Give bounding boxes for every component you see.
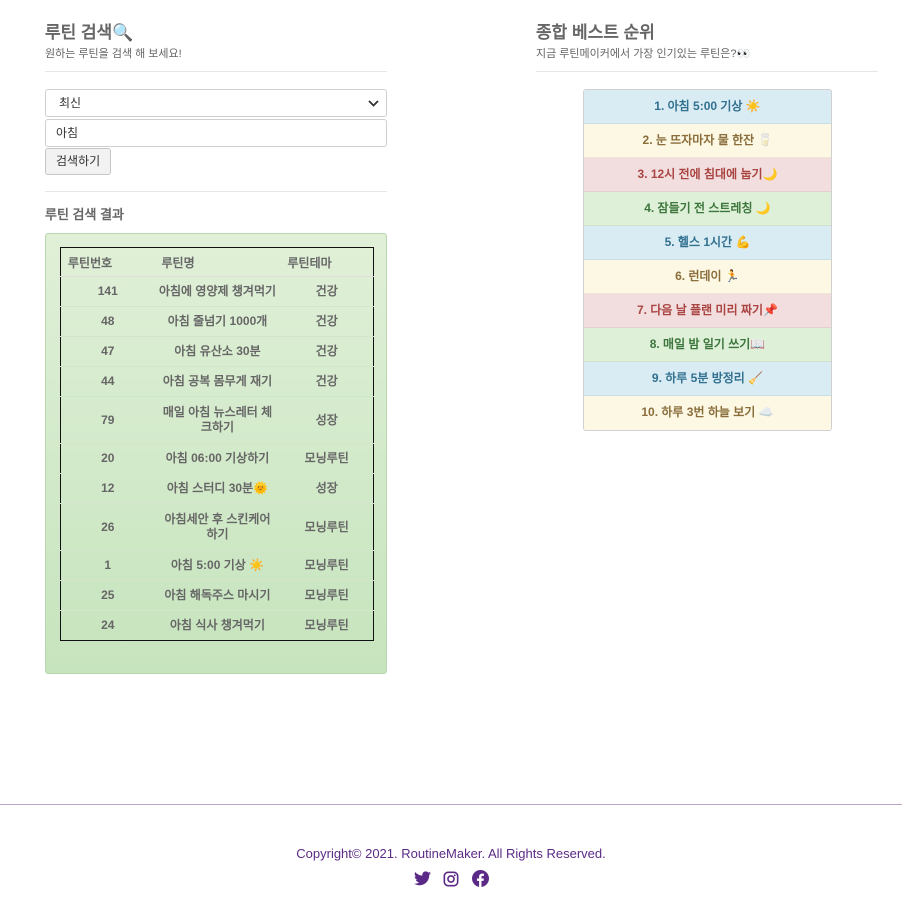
instagram-icon[interactable] — [443, 870, 460, 887]
routine-name-cell: 아침 해독주스 마시기 — [154, 580, 281, 611]
chevron-down-icon — [367, 90, 379, 116]
routine-id-cell: 47 — [60, 336, 155, 367]
ranking-item[interactable]: 8. 매일 밤 일기 쓰기📖 — [584, 328, 831, 362]
sort-select[interactable]: 최신 — [45, 89, 387, 117]
best-section: 종합 베스트 순위 지금 루틴메이커에서 가장 인기있는 루틴은?👀 1. 아침… — [536, 22, 878, 431]
results-table: 루틴번호 루틴명 루틴테마 141 아침에 영양제 챙겨먹기 건강 48 아침 줄넘기 … — [60, 247, 374, 641]
table-row[interactable]: 79 매일 아침 뉴스레터 체크하기 성장 — [60, 396, 374, 444]
twitter-icon[interactable] — [413, 870, 431, 887]
table-header-row: 루틴번호 루틴명 루틴테마 — [60, 247, 374, 277]
routine-theme-cell: 건강 — [280, 306, 374, 337]
results-panel: 루틴번호 루틴명 루틴테마 141 아침에 영양제 챙겨먹기 건강 48 아침 줄넘기 … — [45, 233, 387, 674]
routine-theme-cell: 건강 — [280, 336, 374, 367]
ranking-item[interactable]: 9. 하루 5분 방정리 🧹 — [584, 362, 831, 396]
routine-name-cell: 아침 유산소 30분 — [154, 336, 281, 367]
routine-theme-cell: 건강 — [280, 276, 374, 307]
best-title: 종합 베스트 순위 — [536, 23, 655, 42]
routine-id-cell: 24 — [60, 610, 155, 641]
table-row[interactable]: 141 아침에 영양제 챙겨먹기 건강 — [60, 276, 374, 307]
ranking-item[interactable]: 2. 눈 뜨자마자 물 한잔 🥛 — [584, 124, 831, 158]
routine-name-cell: 매일 아침 뉴스레터 체크하기 — [154, 396, 281, 444]
ranking-item[interactable]: 10. 하루 3번 하늘 보기 ☁️ — [584, 396, 831, 430]
routine-theme-cell: 모닝루틴 — [280, 503, 374, 551]
table-row[interactable]: 1 아침 5:00 기상 ☀️ 모닝루틴 — [60, 550, 374, 581]
routine-theme-cell: 성장 — [280, 473, 374, 504]
best-subtitle: 지금 루틴메이커에서 가장 인기있는 루틴은?👀 — [536, 48, 751, 60]
table-row[interactable]: 25 아침 해독주스 마시기 모닝루틴 — [60, 580, 374, 611]
ranking-item[interactable]: 3. 12시 전에 침대에 눕기🌙 — [584, 158, 831, 192]
facebook-icon[interactable] — [471, 870, 489, 887]
ranking-item[interactable]: 5. 헬스 1시간 💪 — [584, 226, 831, 260]
routine-id-cell: 44 — [60, 366, 155, 397]
routine-id-cell: 20 — [60, 443, 155, 474]
table-row[interactable]: 44 아침 공복 몸무게 재기 건강 — [60, 366, 374, 397]
social-links — [0, 870, 902, 887]
routine-name-cell: 아침에 영양제 챙겨먹기 — [154, 276, 281, 307]
divider — [45, 191, 387, 192]
routine-name-cell: 아침 06:00 기상하기 — [154, 443, 281, 474]
table-row[interactable]: 48 아침 줄넘기 1000개 건강 — [60, 306, 374, 337]
best-ranking-list: 1. 아침 5:00 기상 ☀️ 2. 눈 뜨자마자 물 한잔 🥛 3. 12시 전… — [583, 89, 832, 431]
search-input[interactable]: 아침 — [45, 119, 387, 147]
routine-id-cell: 1 — [60, 550, 155, 581]
table-row[interactable]: 12 아침 스터디 30분🌞 성장 — [60, 473, 374, 504]
routine-id-cell: 141 — [60, 276, 155, 307]
routine-name-cell: 아침 5:00 기상 ☀️ — [154, 550, 281, 581]
routine-theme-cell: 성장 — [280, 396, 374, 444]
ranking-item[interactable]: 7. 다음 날 플랜 미리 짜기📌 — [584, 294, 831, 328]
routine-theme-cell: 모닝루틴 — [280, 550, 374, 581]
column-header-theme: 루틴테마 — [280, 247, 374, 277]
ranking-item[interactable]: 1. 아침 5:00 기상 ☀️ — [584, 90, 831, 124]
routine-id-cell: 48 — [60, 306, 155, 337]
column-header-name: 루틴명 — [154, 247, 281, 277]
routine-name-cell: 아침 공복 몸무게 재기 — [154, 366, 281, 397]
table-row[interactable]: 20 아침 06:00 기상하기 모닝루틴 — [60, 443, 374, 474]
routine-id-cell: 26 — [60, 503, 155, 551]
routine-name-cell: 아침 스터디 30분🌞 — [154, 473, 281, 504]
routine-theme-cell: 건강 — [280, 366, 374, 397]
column-header-id: 루틴번호 — [60, 247, 155, 277]
search-section: 루틴 검색🔍 원하는 루틴을 검색 해 보세요! 최신 아침 검색하기 루틴 검… — [45, 22, 387, 674]
results-body: 141 아침에 영양제 챙겨먹기 건강 48 아침 줄넘기 1000개 건강 47 아침 유산… — [60, 276, 374, 641]
routine-id-cell: 25 — [60, 580, 155, 611]
divider — [45, 71, 387, 72]
table-row[interactable]: 24 아침 식사 챙겨먹기 모닝루틴 — [60, 610, 374, 641]
routine-theme-cell: 모닝루틴 — [280, 580, 374, 611]
search-title: 루틴 검색🔍 — [45, 23, 134, 42]
routine-name-cell: 아침세안 후 스킨케어 하기 — [154, 503, 281, 551]
copyright-text: Copyright© 2021. RoutineMaker. All Right… — [296, 846, 606, 861]
results-title: 루틴 검색 결과 — [45, 207, 124, 222]
routine-name-cell: 아침 식사 챙겨먹기 — [154, 610, 281, 641]
footer-divider — [0, 804, 902, 805]
search-button[interactable]: 검색하기 — [45, 148, 112, 175]
routine-theme-cell: 모닝루틴 — [280, 610, 374, 641]
ranking-item[interactable]: 4. 잠들기 전 스트레칭 🌙 — [584, 192, 831, 226]
table-row[interactable]: 47 아침 유산소 30분 건강 — [60, 336, 374, 367]
ranking-item[interactable]: 6. 런데이 🏃 — [584, 260, 831, 294]
divider — [536, 71, 878, 72]
routine-theme-cell: 모닝루틴 — [280, 443, 374, 474]
routine-name-cell: 아침 줄넘기 1000개 — [154, 306, 281, 337]
search-subtitle: 원하는 루틴을 검색 해 보세요! — [45, 48, 182, 60]
routine-id-cell: 79 — [60, 396, 155, 444]
sort-select-value: 최신 — [59, 96, 82, 110]
routine-id-cell: 12 — [60, 473, 155, 504]
table-row[interactable]: 26 아침세안 후 스킨케어 하기 모닝루틴 — [60, 503, 374, 551]
